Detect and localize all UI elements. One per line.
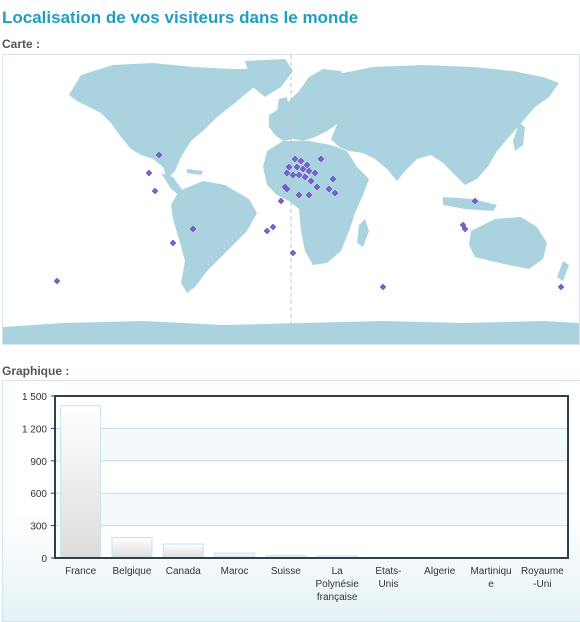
y-tick-label: 1 200 [22, 424, 47, 435]
visitor-marker[interactable] [379, 283, 387, 291]
x-tick-label: Canada [166, 566, 201, 577]
visitor-marker[interactable] [151, 187, 159, 195]
bar-chart: 0 300 600 900 1 200 1 500 France Belgique Canad… [22, 392, 569, 603]
africa-shape [263, 141, 369, 265]
x-tick-label: France [65, 566, 97, 577]
visitor-marker[interactable] [557, 283, 565, 291]
asia-shape [331, 65, 559, 185]
grid-band [55, 460, 568, 494]
indonesia-shape [443, 197, 497, 211]
x-tick-label: Belgique [112, 566, 151, 577]
chart-bar[interactable] [60, 405, 102, 559]
australia-shape [469, 217, 547, 269]
x-tick-label: Suisse [271, 566, 301, 577]
north-america-shape [69, 63, 268, 179]
y-tick-label: 300 [30, 522, 47, 533]
y-axis: 0 300 600 900 1 200 1 500 [22, 392, 55, 565]
x-tick-label: Etats-Unis [375, 566, 401, 590]
visitor-marker[interactable] [269, 223, 277, 231]
grid-band [55, 396, 568, 429]
y-tick-label: 1 500 [22, 392, 47, 403]
x-tick-label: Algerie [424, 566, 456, 577]
y-tick-label: 600 [30, 489, 47, 500]
x-tick-label: La Polynésie française [315, 566, 359, 603]
chart-section-label: Graphique : [2, 364, 70, 378]
caribbean-islands-shape [187, 169, 203, 175]
visitor-marker[interactable] [289, 249, 297, 257]
visitor-marker[interactable] [277, 197, 285, 205]
x-tick-label: Royaume -Uni [521, 566, 564, 590]
page-title: Localisation de vos visiteurs dans le mo… [2, 8, 359, 27]
x-tick-label: Martiniqu e [470, 566, 511, 590]
map-section-label: Carte : [2, 37, 41, 51]
world-map [2, 54, 580, 345]
y-tick-label: 900 [30, 457, 47, 468]
visitor-marker[interactable] [53, 277, 61, 285]
madagascar-shape [357, 219, 369, 247]
world-map-svg [3, 55, 579, 344]
x-axis: France Belgique Canada Maroc Suisse La Polynés… [65, 566, 564, 603]
visitor-marker[interactable] [263, 227, 271, 235]
y-tick-label: 0 [41, 554, 47, 565]
south-america-shape [171, 181, 257, 293]
greenland-shape [245, 59, 293, 97]
chart-grid [55, 395, 568, 559]
visitor-marker[interactable] [169, 239, 177, 247]
bar-chart-panel: 0 300 600 900 1 200 1 500 France Belgique Canad… [2, 380, 580, 622]
new-zealand-shape [557, 261, 569, 281]
x-tick-label: Maroc [221, 566, 249, 577]
chart-bar[interactable] [162, 543, 204, 559]
visitor-marker[interactable] [145, 169, 153, 177]
chart-bar[interactable] [111, 536, 153, 559]
